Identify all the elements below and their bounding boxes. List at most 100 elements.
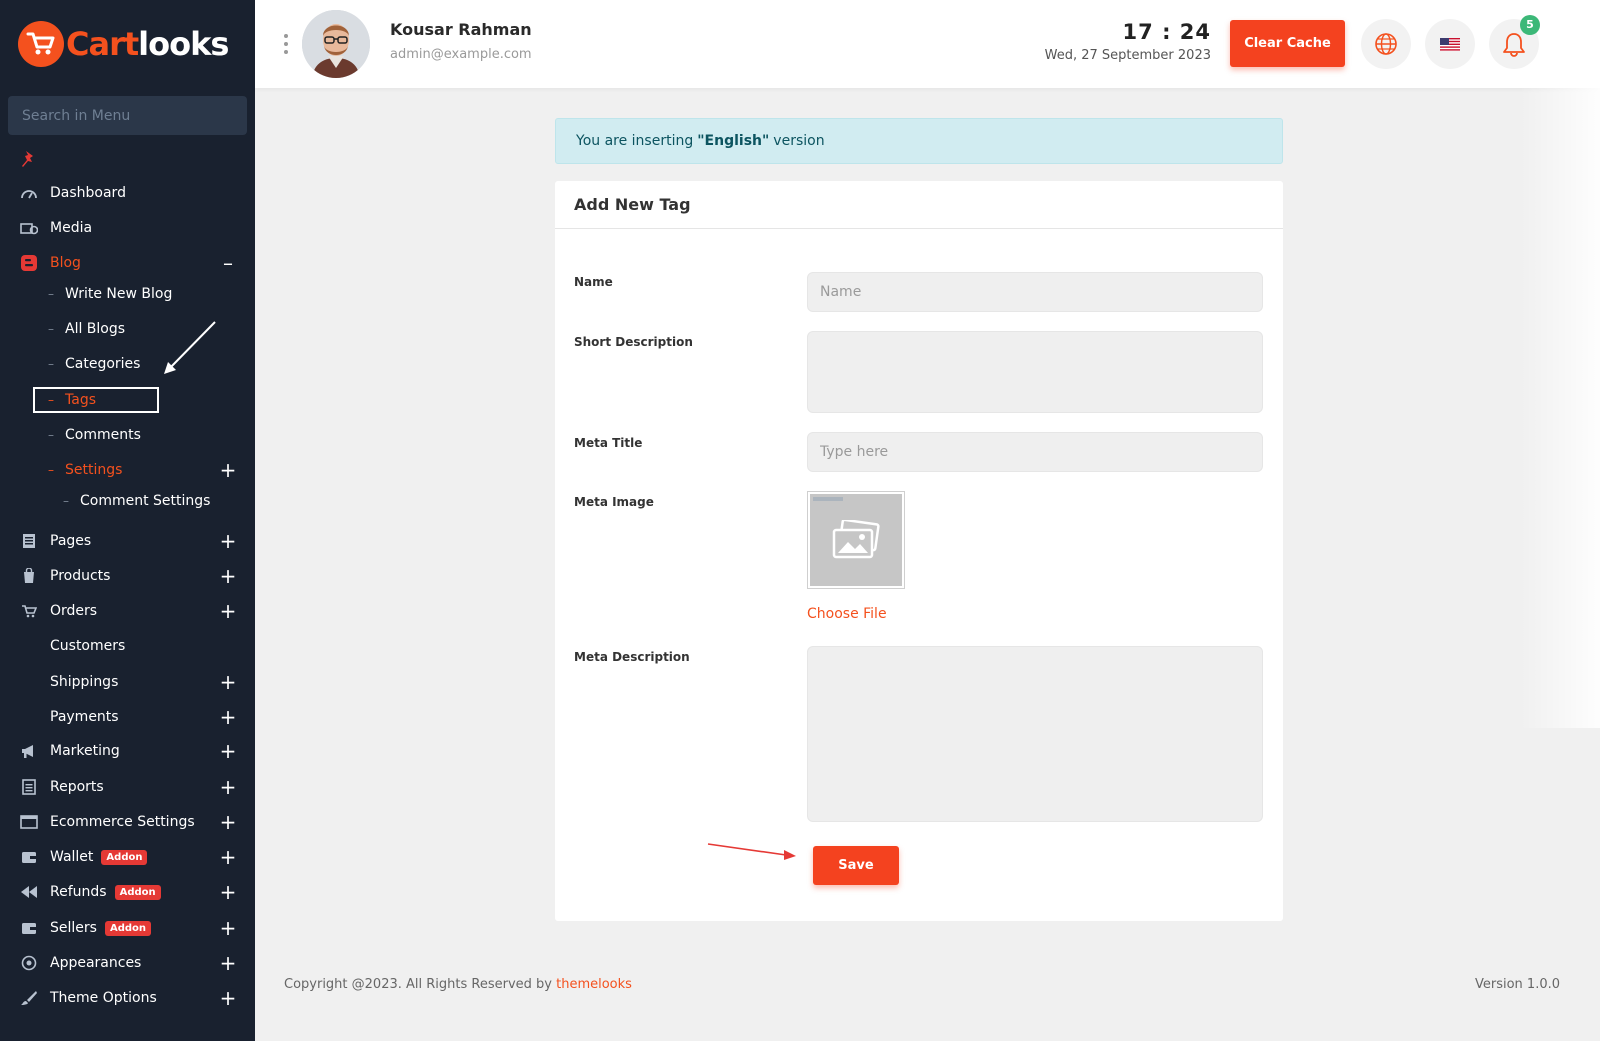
- sidebar-item-sellers[interactable]: Sellers Addon +: [0, 913, 255, 943]
- meta-title-input[interactable]: [807, 432, 1263, 472]
- brand-name: Cartlooks: [66, 25, 229, 63]
- expand-icon[interactable]: +: [219, 741, 237, 761]
- choose-file-link[interactable]: Choose File: [807, 606, 887, 622]
- clear-cache-button[interactable]: Clear Cache: [1230, 20, 1345, 67]
- sidebar-subitem-comment-settings[interactable]: – Comment Settings: [0, 486, 255, 516]
- sidebar-item-label: Products: [50, 568, 111, 584]
- sidebar-item-label: Media: [50, 220, 93, 236]
- sidebar-item-shippings[interactable]: Shippings +: [0, 667, 255, 697]
- sidebar-item-label: Reports: [50, 779, 104, 795]
- expand-icon[interactable]: +: [219, 707, 237, 727]
- dash-icon: –: [48, 322, 54, 336]
- pin-icon[interactable]: [20, 150, 38, 172]
- expand-icon[interactable]: +: [219, 460, 237, 480]
- footer-version: Version 1.0.0: [1474, 977, 1560, 992]
- expand-icon[interactable]: +: [219, 601, 237, 621]
- meta-description-label: Meta Description: [574, 650, 690, 664]
- user-name: Kousar Rahman: [390, 20, 532, 39]
- sidebar-item-appearances[interactable]: Appearances +: [0, 948, 255, 978]
- edge-shadow: [1520, 88, 1600, 728]
- addon-badge: Addon: [101, 849, 148, 865]
- wallet-icon: [20, 919, 38, 937]
- media-icon: [20, 219, 38, 237]
- annotation-arrow-icon: [164, 321, 216, 374]
- rewind-icon: [20, 883, 38, 901]
- sidebar-item-marketing[interactable]: Marketing +: [0, 736, 255, 766]
- expand-icon[interactable]: +: [219, 847, 237, 867]
- save-button[interactable]: Save: [813, 846, 899, 885]
- globe-icon[interactable]: [1361, 19, 1411, 69]
- sidebar-item-pages[interactable]: Pages +: [0, 526, 255, 556]
- more-vertical-icon[interactable]: [283, 34, 289, 54]
- sidebar-subitem-settings[interactable]: – Settings +: [0, 455, 255, 485]
- short-description-label: Short Description: [574, 335, 693, 349]
- user-email: admin@example.com: [390, 47, 532, 62]
- name-input[interactable]: [807, 272, 1263, 312]
- us-flag-icon[interactable]: [1425, 19, 1475, 69]
- sidebar-item-label: Shippings: [50, 674, 119, 690]
- brand-logo[interactable]: Cartlooks: [18, 20, 229, 68]
- expand-icon[interactable]: +: [219, 672, 237, 692]
- expand-icon[interactable]: +: [219, 777, 237, 797]
- notice-prefix: You are inserting: [576, 133, 694, 149]
- sidebar-item-theme-options[interactable]: Theme Options +: [0, 983, 255, 1013]
- window-icon: [20, 813, 38, 831]
- meta-title-label: Meta Title: [574, 436, 643, 450]
- card-title: Add New Tag: [574, 195, 691, 214]
- dash-icon: –: [48, 287, 54, 301]
- sidebar-item-label: Wallet Addon: [50, 849, 148, 865]
- reports-icon: [20, 778, 38, 796]
- notification-count-badge: 5: [1520, 15, 1540, 35]
- sidebar-item-dashboard[interactable]: Dashboard: [0, 178, 255, 208]
- top-header: Kousar Rahman admin@example.com 17 : 24 …: [255, 0, 1600, 88]
- expand-icon[interactable]: +: [219, 812, 237, 832]
- sidebar-item-reports[interactable]: Reports +: [0, 772, 255, 802]
- sidebar-item-wallet[interactable]: Wallet Addon +: [0, 842, 255, 872]
- dash-icon: –: [48, 428, 54, 442]
- sidebar-item-label: Settings: [65, 462, 123, 478]
- sidebar-item-label: Marketing: [50, 743, 120, 759]
- avatar[interactable]: [302, 10, 370, 78]
- tags-highlight-box: [33, 387, 159, 413]
- products-icon: [20, 567, 38, 585]
- collapse-icon[interactable]: –: [219, 253, 237, 273]
- image-placeholder-icon: [832, 520, 880, 559]
- sidebar-item-refunds[interactable]: Refunds Addon +: [0, 877, 255, 907]
- expand-icon[interactable]: +: [219, 988, 237, 1008]
- clock-date: Wed, 27 September 2023: [1044, 48, 1211, 63]
- sidebar-item-products[interactable]: Products +: [0, 561, 255, 591]
- sidebar-item-orders[interactable]: Orders +: [0, 596, 255, 626]
- sidebar-item-customers[interactable]: Customers: [0, 631, 255, 661]
- sidebar-item-label: Theme Options: [50, 990, 157, 1006]
- sidebar-item-blog[interactable]: Blog –: [0, 248, 255, 278]
- palette-icon: [20, 954, 38, 972]
- expand-icon[interactable]: +: [219, 953, 237, 973]
- expand-icon[interactable]: +: [219, 531, 237, 551]
- sidebar-item-label: Refunds Addon: [50, 884, 161, 900]
- expand-icon[interactable]: +: [219, 882, 237, 902]
- meta-description-textarea[interactable]: [807, 646, 1263, 822]
- sidebar-item-media[interactable]: Media: [0, 213, 255, 243]
- expand-icon[interactable]: +: [219, 566, 237, 586]
- sidebar-subitem-comments[interactable]: – Comments: [0, 420, 255, 450]
- footer-copyright: Copyright @2023. All Rights Reserved by …: [284, 977, 632, 992]
- addon-badge: Addon: [104, 920, 151, 936]
- sidebar-subitem-write-new-blog[interactable]: – Write New Blog: [0, 279, 255, 309]
- pages-icon: [20, 532, 38, 550]
- clock-time: 17 : 24: [1122, 20, 1211, 44]
- sidebar-item-payments[interactable]: Payments +: [0, 702, 255, 732]
- blog-icon: [20, 254, 38, 272]
- sidebar-item-label: Customers: [50, 638, 126, 654]
- divider: [555, 228, 1283, 229]
- menu-search-input[interactable]: [8, 96, 247, 135]
- meta-image-preview[interactable]: [807, 491, 905, 589]
- footer-link[interactable]: themelooks: [556, 977, 632, 992]
- short-description-textarea[interactable]: [807, 331, 1263, 413]
- notification-bell-icon[interactable]: 5: [1489, 15, 1540, 69]
- sidebar-item-ecommerce-settings[interactable]: Ecommerce Settings +: [0, 807, 255, 837]
- expand-icon[interactable]: +: [219, 918, 237, 938]
- dash-icon: –: [48, 463, 54, 477]
- wallet-icon: [20, 848, 38, 866]
- notice-language: "English": [697, 133, 770, 149]
- gauge-icon: [20, 184, 38, 202]
